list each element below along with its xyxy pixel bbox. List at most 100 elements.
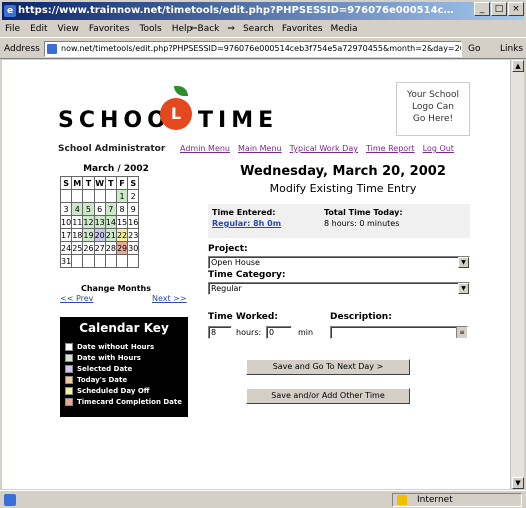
time-worked-label: Time Worked: (208, 312, 278, 322)
school-logo-placeholder: Your School Logo Can Go Here! (396, 82, 470, 136)
address-input[interactable]: now.net/timetools/edit.php?PHPSESSID=976… (44, 41, 462, 57)
color-swatch (65, 397, 73, 406)
chevron-down-icon[interactable]: ▼ (458, 283, 469, 294)
calendar-week: 10 11 12 13 14 15 16 (59, 215, 140, 229)
scroll-down-icon[interactable]: ▼ (512, 477, 524, 489)
page-scrollbar[interactable]: ▲ ▼ (510, 60, 524, 489)
main-menu-link[interactable]: Main Menu (238, 144, 282, 153)
chevron-down-icon[interactable]: ▼ (458, 257, 469, 268)
calendar-day[interactable]: 16 (127, 215, 140, 229)
typical-work-day-link[interactable]: Typical Work Day (290, 144, 358, 153)
calendar-day[interactable]: 8 (115, 202, 129, 216)
menu-tools[interactable]: Tools (135, 20, 167, 38)
change-months-label: Change Months (80, 284, 152, 293)
calendar-week: 3 4 5 6 7 8 9 (59, 202, 140, 216)
favorites-button[interactable]: Favorites (282, 20, 323, 38)
menu-bar: File Edit View Favorites Tools Help ⇐Back ⇒ S… (0, 20, 526, 38)
time-category-label: Time Category: (208, 270, 286, 280)
calendar-day[interactable]: 6 (93, 202, 106, 216)
description-input[interactable]: ≡ (330, 326, 468, 339)
nav-links: Admin Menu Main Menu Typical Work Day Ti… (180, 144, 454, 153)
calendar-day[interactable]: 23 (127, 228, 140, 242)
calendar-day[interactable]: 31 (59, 254, 73, 268)
time-entry-link[interactable]: Regular: 8h 0m (212, 219, 281, 228)
calendar-day[interactable]: 26 (82, 241, 95, 255)
title-bar: e https://www.trainnow.net/timetools/edi… (2, 2, 524, 20)
calendar-day[interactable]: 10 (59, 215, 73, 229)
calendar-day[interactable]: 1 (115, 189, 129, 203)
calendar-day[interactable]: 2 (127, 189, 140, 203)
prev-month-link[interactable]: << Prev (60, 294, 93, 303)
save-next-day-button[interactable]: Save and Go To Next Day > (246, 359, 410, 375)
logo-text-left: SCHOO (58, 108, 171, 133)
textarea-scroll-icon[interactable]: ≡ (456, 327, 467, 338)
save-add-other-button[interactable]: Save and/or Add Other Time (246, 388, 410, 404)
scroll-up-icon[interactable]: ▲ (512, 60, 524, 72)
menu-edit[interactable]: Edit (25, 20, 52, 38)
menu-file[interactable]: File (0, 20, 25, 38)
admin-menu-link[interactable]: Admin Menu (180, 144, 230, 153)
calendar-day (104, 189, 117, 203)
calendar-day[interactable]: 7 (104, 202, 117, 216)
calendar-day[interactable]: 29 (115, 241, 129, 255)
day-header: S (127, 176, 140, 190)
calendar-header-row: S M T W T F S (59, 176, 140, 190)
calendar-day[interactable]: 28 (104, 241, 117, 255)
key-item: Selected Date (65, 363, 183, 374)
calendar-day[interactable]: 21 (104, 228, 117, 242)
go-button[interactable]: Go (468, 39, 480, 59)
calendar-day[interactable]: 27 (93, 241, 106, 255)
hours-input[interactable]: 8 (208, 326, 232, 339)
links-button[interactable]: Links (500, 39, 523, 59)
calendar-day (127, 254, 140, 268)
minutes-input[interactable]: 0 (266, 326, 292, 339)
address-url: now.net/timetools/edit.php?PHPSESSID=976… (61, 44, 461, 53)
calendar-day[interactable]: 13 (93, 215, 106, 229)
forward-button[interactable]: ⇒ (227, 20, 235, 38)
calendar-day[interactable]: 14 (104, 215, 117, 229)
media-button[interactable]: Media (331, 20, 358, 38)
back-button[interactable]: ⇐Back (190, 20, 219, 38)
color-swatch (65, 386, 73, 395)
calendar-day[interactable]: 24 (59, 241, 73, 255)
minimize-button[interactable]: _ (474, 2, 490, 16)
calendar-day (115, 254, 129, 268)
close-button[interactable]: × (508, 2, 524, 16)
calendar-day[interactable]: 11 (71, 215, 84, 229)
calendar-day[interactable]: 30 (127, 241, 140, 255)
search-button[interactable]: Search (243, 20, 274, 38)
maximize-button[interactable]: □ (491, 2, 507, 16)
day-header: W (93, 176, 106, 190)
minutes-value: 0 (269, 328, 275, 337)
total-time-value: 8 hours: 0 minutes (324, 219, 400, 228)
toolbar: ⇐Back ⇒ Search Favorites Media (190, 20, 358, 38)
calendar-day[interactable]: 15 (115, 215, 129, 229)
menu-favorites[interactable]: Favorites (84, 20, 135, 38)
calendar-day[interactable]: 17 (59, 228, 73, 242)
time-entered-label: Time Entered: (212, 208, 276, 217)
calendar-day[interactable]: 3 (59, 202, 73, 216)
calendar-day[interactable]: 22 (115, 228, 129, 242)
key-item: Timecard Completion Date (65, 396, 183, 407)
calendar-day[interactable]: 25 (71, 241, 84, 255)
next-month-link[interactable]: Next >> (152, 294, 187, 303)
calendar-day-selected[interactable]: 20 (93, 228, 106, 242)
time-report-link[interactable]: Time Report (366, 144, 415, 153)
calendar-day[interactable]: 19 (82, 228, 95, 242)
logo-text-right: TIME (198, 108, 279, 133)
calendar-day[interactable]: 9 (127, 202, 140, 216)
calendar-week: 1 2 (59, 189, 140, 203)
window-controls: _ □ × (474, 2, 524, 16)
window-title: https://www.trainnow.net/timetools/edit.… (18, 5, 458, 16)
calendar-day[interactable]: 5 (82, 202, 95, 216)
address-bar: Address now.net/timetools/edit.php?PHPSE… (0, 39, 526, 59)
time-category-select[interactable]: Regular ▼ (208, 282, 470, 295)
calendar-day[interactable]: 18 (71, 228, 84, 242)
project-select[interactable]: Open House ▼ (208, 256, 470, 269)
calendar-day[interactable]: 12 (82, 215, 95, 229)
calendar-day[interactable]: 4 (71, 202, 84, 216)
menu-view[interactable]: View (53, 20, 84, 38)
log-out-link[interactable]: Log Out (423, 144, 454, 153)
calendar-grid: S M T W T F S 1 2 3 4 5 6 7 8 9 10 11 12… (59, 176, 140, 268)
key-label: Selected Date (77, 364, 133, 373)
